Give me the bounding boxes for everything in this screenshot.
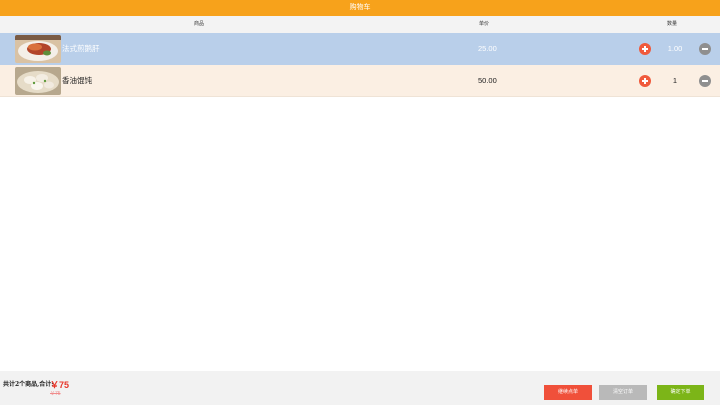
table-header: 商品 单价 数量 <box>0 16 720 33</box>
cart-summary: 共计2个商品,合计: <box>3 381 54 388</box>
table-row[interactable]: 香油馄饨 50.00 1 <box>0 65 720 97</box>
continue-ordering-button[interactable]: 继续点单 <box>544 385 592 400</box>
decrease-quantity-button[interactable] <box>699 75 711 87</box>
item-quantity: 1.00 <box>667 44 683 53</box>
dish-image <box>15 35 61 63</box>
decrease-quantity-button[interactable] <box>699 43 711 55</box>
item-name: 法式煎鹅肝 <box>62 44 100 53</box>
column-header-item: 商品 <box>194 21 205 27</box>
clear-order-button[interactable]: 清空订单 <box>599 385 647 400</box>
item-price: 25.00 <box>478 44 497 53</box>
item-name: 香油馄饨 <box>62 76 92 85</box>
column-header-qty: 数量 <box>667 21 678 27</box>
item-price: 50.00 <box>478 76 497 85</box>
item-quantity: 1 <box>672 76 678 85</box>
page-title: 购物车 <box>0 0 720 16</box>
table-row[interactable]: 法式煎鹅肝 25.00 1.00 <box>0 33 720 65</box>
increase-quantity-button[interactable] <box>639 43 651 55</box>
column-header-price: 单价 <box>479 21 490 27</box>
increase-quantity-button[interactable] <box>639 75 651 87</box>
confirm-order-button[interactable]: 确定下单 <box>657 385 704 400</box>
cart-original-total: ￥75 <box>50 391 61 397</box>
cart-footer: 共计2个商品,合计: ￥75 ￥75 继续点单 清空订单 确定下单 <box>0 371 720 405</box>
dish-image <box>15 67 61 95</box>
